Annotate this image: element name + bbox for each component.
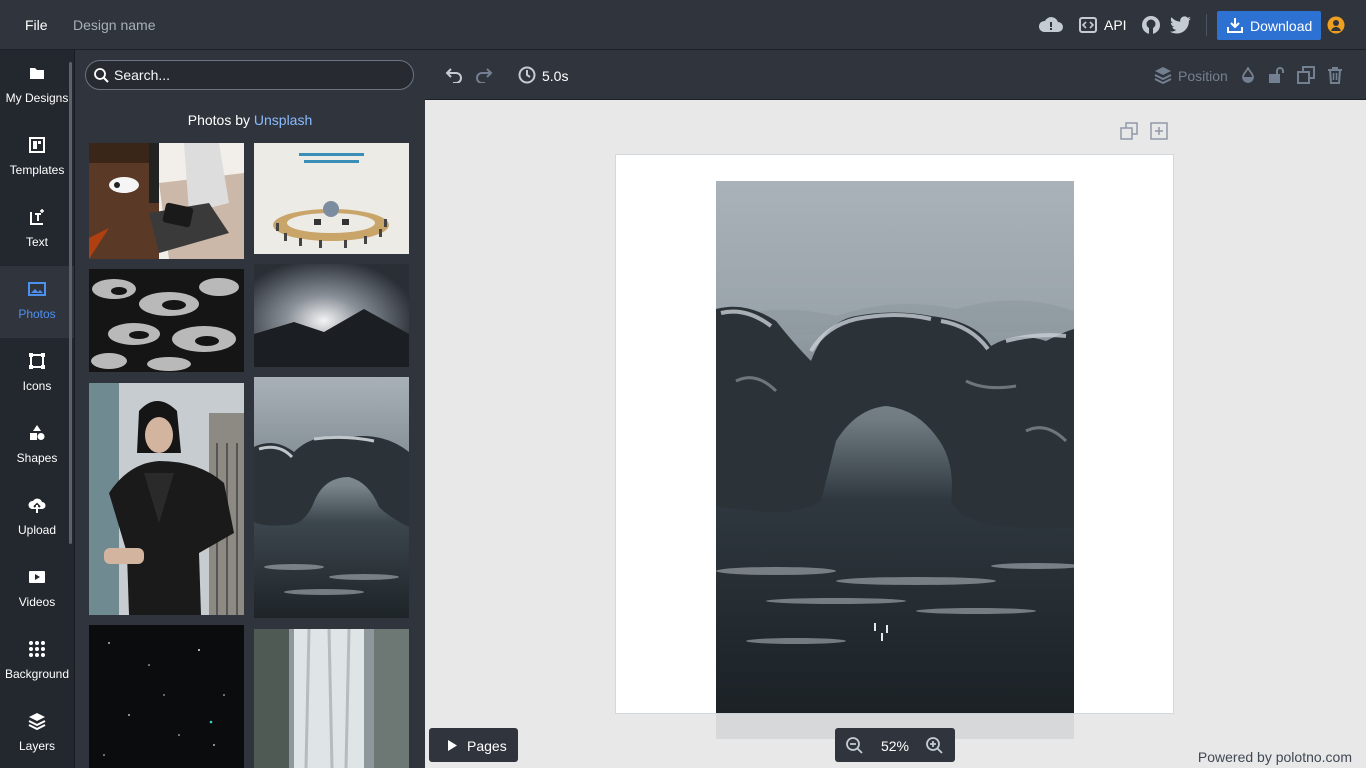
sidebar-item-shapes[interactable]: Shapes (0, 410, 74, 482)
undo-icon[interactable] (445, 67, 463, 83)
sidebar-item-videos[interactable]: Videos (0, 554, 74, 626)
duplicate-page-icon[interactable] (1120, 122, 1138, 140)
sidebar-item-icons[interactable]: Icons (0, 338, 74, 410)
sidebar-item-label: Photos (18, 307, 56, 321)
powered-by-link[interactable]: Powered by polotno.com (1198, 749, 1352, 765)
api-link[interactable]: API (1104, 17, 1127, 33)
sidebar-item-layers[interactable]: Layers (0, 698, 74, 768)
upload-icon (28, 496, 46, 514)
redo-icon[interactable] (475, 67, 493, 83)
clock-icon[interactable] (518, 66, 536, 84)
layers-position-icon[interactable] (1154, 66, 1172, 84)
unsplash-link[interactable]: Unsplash (254, 112, 312, 128)
folder-icon (28, 64, 46, 82)
photo-thumbnail-stars[interactable] (89, 625, 244, 768)
api-code-icon[interactable] (1079, 16, 1097, 34)
photo-icon (28, 280, 46, 298)
photo-thumbnail-rock-arch[interactable] (254, 377, 409, 618)
photo-thumbnail-gamer[interactable] (89, 143, 244, 259)
photo-thumbnail-woman-leather[interactable] (89, 383, 244, 615)
duration-value[interactable]: 5.0s (542, 68, 568, 84)
top-bar: File Design name API Download (0, 0, 1366, 50)
sidebar-item-label: Videos (18, 595, 56, 609)
download-button[interactable]: Download (1217, 11, 1321, 40)
photos-panel: Photos by Unsplash (75, 50, 425, 768)
sidebar-item-background[interactable]: Background (0, 626, 74, 698)
video-icon (28, 568, 46, 586)
photo-thumbnail-mountain-sunrise[interactable] (254, 264, 409, 367)
sidebar-item-label: Icons (22, 379, 52, 393)
sidebar-item-label: Text (25, 235, 48, 249)
grid-icon (28, 640, 46, 658)
sidebar-item-label: Layers (18, 739, 56, 753)
add-page-icon[interactable] (1150, 122, 1168, 140)
position-button[interactable]: Position (1178, 68, 1228, 84)
github-icon[interactable] (1141, 15, 1161, 35)
sidebar-item-label: Shapes (16, 451, 58, 465)
trash-icon[interactable] (1327, 66, 1343, 84)
text-icon (28, 208, 46, 226)
sidebar-item-label: Upload (17, 523, 57, 537)
sidebar-item-label: Background (4, 667, 70, 681)
sidebar-item-templates[interactable]: Templates (0, 122, 74, 194)
photo-thumbnail-waterfall[interactable] (254, 629, 409, 768)
opacity-icon[interactable] (1240, 67, 1256, 83)
search-icon (94, 68, 109, 83)
zoom-control: 52% (835, 728, 955, 762)
cloud-save-icon[interactable] (1038, 15, 1064, 35)
sidebar-item-label: Templates (9, 163, 65, 177)
pages-button[interactable]: Pages (429, 728, 518, 762)
play-icon (447, 740, 457, 751)
pages-label: Pages (467, 738, 507, 754)
sidebar-item-label: My Designs (5, 91, 69, 105)
header-divider (1206, 14, 1207, 36)
icons-icon (28, 352, 46, 370)
search-input[interactable] (114, 66, 404, 84)
templates-icon (28, 136, 46, 154)
layers-icon (28, 712, 46, 730)
sidebar-item-text[interactable]: Text (0, 194, 74, 266)
photo-thumbnail-waves[interactable] (89, 269, 244, 372)
search-box (85, 60, 414, 90)
sidebar-item-upload[interactable]: Upload (0, 482, 74, 554)
editor-toolbar: 5.0s Position (425, 50, 1366, 100)
download-icon (1227, 17, 1243, 33)
canvas-photo-rock-arch[interactable] (716, 181, 1074, 713)
left-nav: My Designs Templates Text Photos Icons S… (0, 50, 75, 768)
zoom-level[interactable]: 52% (875, 738, 915, 754)
design-name-input[interactable]: Design name (73, 17, 156, 33)
zoom-in-icon[interactable] (926, 737, 943, 754)
twitter-icon[interactable] (1170, 16, 1192, 34)
zoom-out-icon[interactable] (846, 737, 863, 754)
unlock-icon[interactable] (1267, 66, 1285, 84)
download-label: Download (1250, 18, 1313, 34)
file-menu[interactable]: File (25, 17, 48, 33)
photos-credit: Photos by Unsplash (75, 112, 425, 128)
sidebar-item-photos[interactable]: Photos (0, 266, 74, 338)
shapes-icon (28, 424, 46, 442)
user-icon[interactable] (1327, 16, 1345, 34)
credit-prefix: Photos by (187, 112, 250, 128)
nav-scrollbar[interactable] (69, 62, 72, 544)
sidebar-item-my-designs[interactable]: My Designs (0, 50, 74, 122)
duplicate-icon[interactable] (1297, 66, 1315, 84)
photo-thumbnail-summit[interactable] (254, 143, 409, 254)
